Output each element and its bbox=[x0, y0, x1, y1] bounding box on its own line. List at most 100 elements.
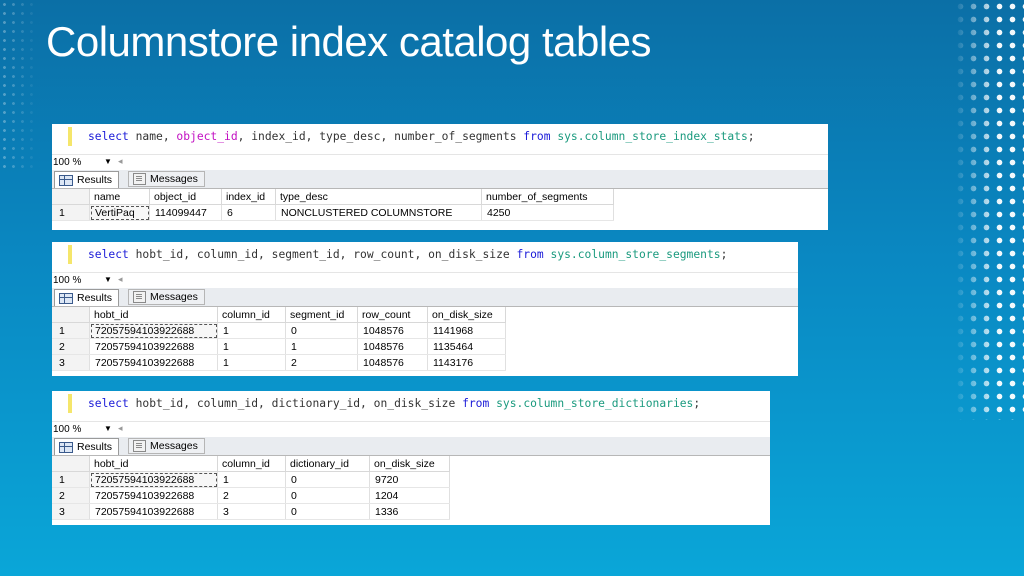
table-cell[interactable]: 72057594103922688 bbox=[89, 354, 218, 371]
tab-messages[interactable]: Messages bbox=[128, 438, 205, 454]
row-number-header bbox=[52, 456, 90, 472]
column-header[interactable]: index_id bbox=[221, 189, 276, 205]
table-cell[interactable]: VertiPaq bbox=[89, 204, 150, 221]
query-editor[interactable]: select hobt_id, column_id, dictionary_id… bbox=[52, 391, 770, 421]
table-cell[interactable]: 1 bbox=[217, 322, 286, 339]
table-cell[interactable]: 4250 bbox=[481, 204, 614, 221]
table-cell[interactable]: 1 bbox=[217, 338, 286, 355]
sql-token: select bbox=[88, 397, 129, 410]
results-grid[interactable]: hobt_id column_id segment_id row_count on_di… bbox=[52, 307, 506, 371]
results-grid[interactable]: name object_id index_id type_desc number_of_… bbox=[52, 189, 614, 221]
row-number: 1 bbox=[52, 204, 90, 221]
sql-token: name, bbox=[128, 130, 177, 143]
sql-query-text[interactable]: select hobt_id, column_id, dictionary_id… bbox=[88, 397, 700, 410]
table-cell[interactable]: 2 bbox=[217, 487, 286, 504]
table-row[interactable]: 1 72057594103922688 1 0 9720 bbox=[52, 471, 450, 488]
scroll-left-icon[interactable]: ◂ bbox=[118, 274, 123, 285]
table-row[interactable]: 2 72057594103922688 2 0 1204 bbox=[52, 487, 450, 504]
table-row[interactable]: 3 72057594103922688 1 2 1048576 1143176 bbox=[52, 354, 506, 371]
column-header[interactable]: hobt_id bbox=[89, 307, 218, 323]
tab-messages[interactable]: Messages bbox=[128, 289, 205, 305]
table-cell[interactable]: 0 bbox=[285, 503, 370, 520]
table-cell[interactable]: 1 bbox=[217, 471, 286, 488]
table-row[interactable]: 1 72057594103922688 1 0 1048576 1141968 bbox=[52, 322, 506, 339]
column-header[interactable]: column_id bbox=[217, 456, 286, 472]
zoom-dropdown-icon[interactable]: ▼ bbox=[104, 424, 112, 433]
row-number-header bbox=[52, 307, 90, 323]
tab-results-label: Results bbox=[77, 174, 113, 186]
sql-token: sys.column_store_segments bbox=[550, 248, 721, 261]
table-cell[interactable]: 72057594103922688 bbox=[89, 338, 218, 355]
column-header[interactable]: type_desc bbox=[275, 189, 482, 205]
table-cell[interactable]: 1135464 bbox=[427, 338, 506, 355]
sql-token: select bbox=[88, 248, 129, 261]
table-cell[interactable]: 0 bbox=[285, 471, 370, 488]
zoom-dropdown-icon[interactable]: ▼ bbox=[104, 157, 112, 166]
zoom-level[interactable]: 100 % bbox=[53, 157, 81, 168]
tab-messages-label: Messages bbox=[150, 440, 198, 452]
grid-icon bbox=[59, 441, 73, 453]
table-cell[interactable]: 1048576 bbox=[357, 338, 428, 355]
result-tabs: Results Messages bbox=[52, 170, 828, 189]
table-cell[interactable]: 1048576 bbox=[357, 354, 428, 371]
messages-icon bbox=[133, 291, 146, 303]
table-cell[interactable]: 1048576 bbox=[357, 322, 428, 339]
table-cell[interactable]: 1143176 bbox=[427, 354, 506, 371]
table-cell[interactable]: 3 bbox=[217, 503, 286, 520]
zoom-dropdown-icon[interactable]: ▼ bbox=[104, 275, 112, 284]
tab-results-label: Results bbox=[77, 441, 113, 453]
table-row[interactable]: 3 72057594103922688 3 0 1336 bbox=[52, 503, 450, 520]
messages-icon bbox=[133, 173, 146, 185]
results-grid[interactable]: hobt_id column_id dictionary_id on_disk_siz… bbox=[52, 456, 450, 520]
column-header[interactable]: dictionary_id bbox=[285, 456, 370, 472]
query-editor[interactable]: select hobt_id, column_id, segment_id, r… bbox=[52, 242, 798, 272]
table-cell[interactable]: 0 bbox=[285, 487, 370, 504]
table-cell[interactable]: 9720 bbox=[369, 471, 450, 488]
zoom-level[interactable]: 100 % bbox=[53, 424, 81, 435]
table-cell[interactable]: 72057594103922688 bbox=[89, 322, 218, 339]
table-cell[interactable]: 114099447 bbox=[149, 204, 222, 221]
table-cell[interactable]: 1 bbox=[217, 354, 286, 371]
column-header[interactable]: on_disk_size bbox=[427, 307, 506, 323]
table-cell[interactable]: 1336 bbox=[369, 503, 450, 520]
tab-results[interactable]: Results bbox=[54, 438, 120, 455]
sql-query-text[interactable]: select hobt_id, column_id, segment_id, r… bbox=[88, 248, 727, 261]
query-editor[interactable]: select name, object_id, index_id, type_d… bbox=[52, 124, 828, 154]
column-header[interactable]: column_id bbox=[217, 307, 286, 323]
grid-icon bbox=[59, 174, 73, 186]
line-change-marker bbox=[68, 245, 72, 264]
column-header[interactable]: on_disk_size bbox=[369, 456, 450, 472]
column-header[interactable]: row_count bbox=[357, 307, 428, 323]
query-panel-segments: select hobt_id, column_id, segment_id, r… bbox=[52, 242, 798, 376]
column-header[interactable]: segment_id bbox=[285, 307, 358, 323]
tab-results[interactable]: Results bbox=[54, 289, 120, 306]
table-cell[interactable]: 0 bbox=[285, 322, 358, 339]
table-cell[interactable]: 1141968 bbox=[427, 322, 506, 339]
column-header[interactable]: hobt_id bbox=[89, 456, 218, 472]
table-cell[interactable]: 72057594103922688 bbox=[89, 471, 218, 488]
zoom-level[interactable]: 100 % bbox=[53, 275, 81, 286]
result-tabs: Results Messages bbox=[52, 437, 770, 456]
tab-messages[interactable]: Messages bbox=[128, 171, 205, 187]
line-change-marker bbox=[68, 127, 72, 146]
table-cell[interactable]: 6 bbox=[221, 204, 276, 221]
messages-icon bbox=[133, 440, 146, 452]
table-cell[interactable]: 2 bbox=[285, 354, 358, 371]
table-cell[interactable]: 1 bbox=[285, 338, 358, 355]
table-cell[interactable]: 72057594103922688 bbox=[89, 503, 218, 520]
table-row[interactable]: 1 VertiPaq 114099447 6 NONCLUSTERED COLUMNST… bbox=[52, 204, 614, 221]
sql-query-text[interactable]: select name, object_id, index_id, type_d… bbox=[88, 130, 755, 143]
sql-token: ; bbox=[720, 248, 728, 261]
column-header[interactable]: name bbox=[89, 189, 150, 205]
column-header[interactable]: object_id bbox=[149, 189, 222, 205]
row-number-header bbox=[52, 189, 90, 205]
scroll-left-icon[interactable]: ◂ bbox=[118, 156, 123, 167]
table-cell[interactable]: 72057594103922688 bbox=[89, 487, 218, 504]
table-cell[interactable]: 1204 bbox=[369, 487, 450, 504]
column-header[interactable]: number_of_segments bbox=[481, 189, 614, 205]
tab-results[interactable]: Results bbox=[54, 171, 120, 188]
table-cell[interactable]: NONCLUSTERED COLUMNSTORE bbox=[275, 204, 482, 221]
scroll-left-icon[interactable]: ◂ bbox=[118, 423, 123, 434]
grid-icon bbox=[59, 292, 73, 304]
table-row[interactable]: 2 72057594103922688 1 1 1048576 1135464 bbox=[52, 338, 506, 355]
